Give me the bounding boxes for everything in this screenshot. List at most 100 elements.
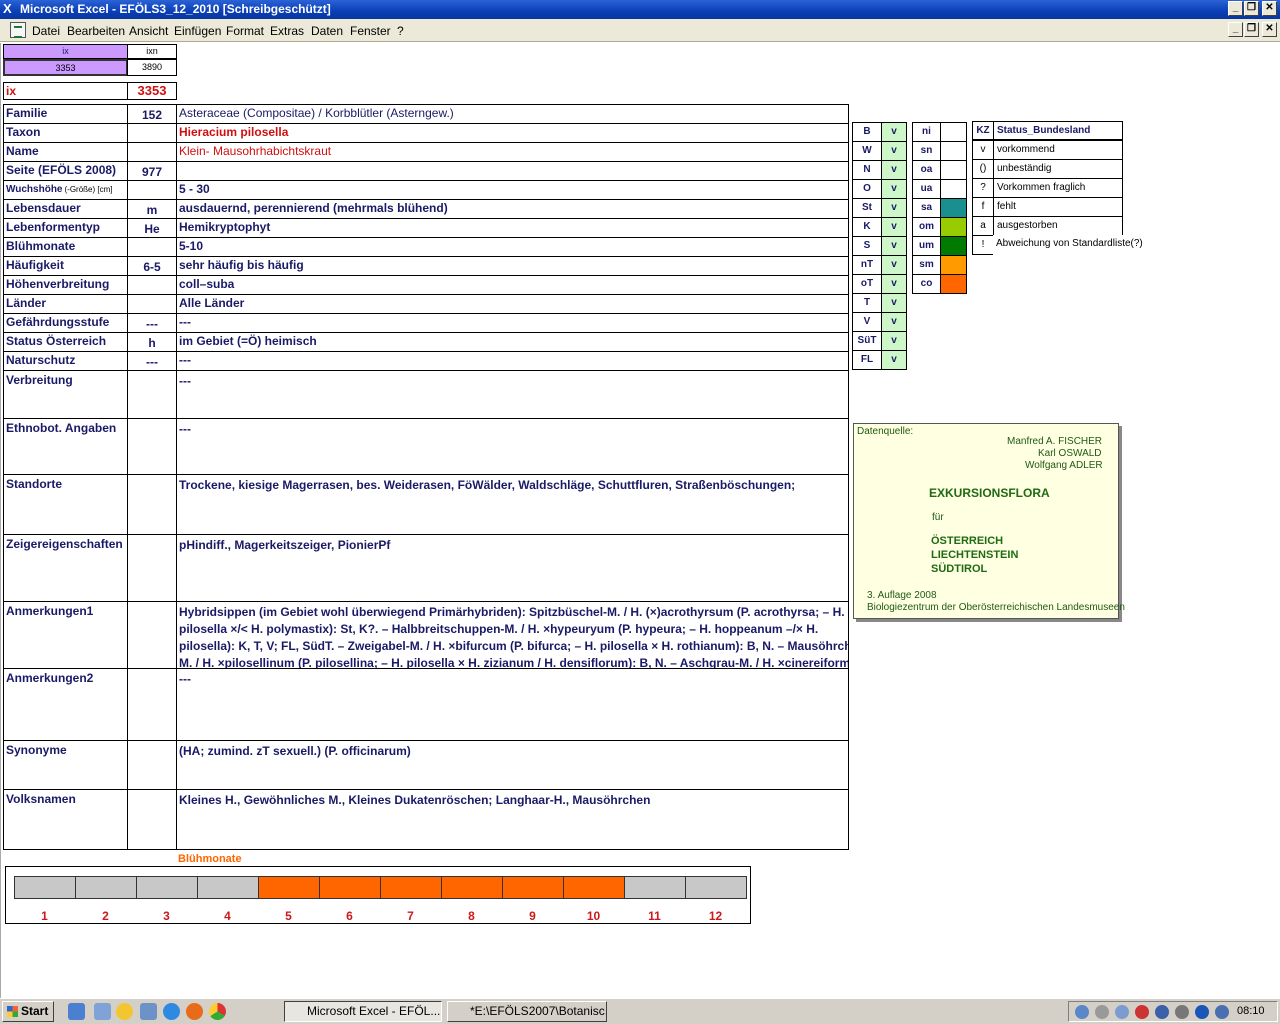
zone-color-swatch[interactable] xyxy=(940,122,967,142)
row-code[interactable] xyxy=(127,142,177,162)
tall-row-value[interactable]: (HA; zumind. zT sexuell.) (P. officinaru… xyxy=(176,740,849,790)
state-code[interactable]: FL xyxy=(852,350,882,370)
state-value[interactable]: v xyxy=(881,217,907,237)
row-value[interactable] xyxy=(176,161,849,181)
state-value[interactable]: v xyxy=(881,160,907,180)
start-button[interactable]: Start xyxy=(2,1001,54,1022)
state-value[interactable]: v xyxy=(881,274,907,294)
row-value[interactable]: --- xyxy=(176,313,849,333)
zone-code[interactable]: sa xyxy=(912,198,941,218)
row-code[interactable] xyxy=(127,123,177,143)
row-label[interactable]: Gefährdungsstufe xyxy=(3,313,128,333)
zone-color-swatch[interactable] xyxy=(940,198,967,218)
row-value[interactable]: 5-10 xyxy=(176,237,849,257)
row-value[interactable]: Asteraceae (Compositae) / Korbblütler (A… xyxy=(176,104,849,124)
quicklaunch-network-icon[interactable] xyxy=(140,1003,157,1020)
state-code[interactable]: S xyxy=(852,236,882,256)
state-value[interactable]: v xyxy=(881,122,907,142)
tall-row-label[interactable]: Synonyme xyxy=(3,740,128,790)
tall-row-label[interactable]: Zeigereigenschaften xyxy=(3,534,128,602)
ixn-header-cell[interactable]: ixn xyxy=(127,44,177,59)
ix-value-cell[interactable]: 3353 xyxy=(3,59,128,76)
quicklaunch-chrome-icon[interactable] xyxy=(209,1003,226,1020)
quicklaunch-desktop-icon[interactable] xyxy=(94,1003,111,1020)
state-code[interactable]: St xyxy=(852,198,882,218)
tray-antivirus-icon[interactable] xyxy=(1135,1005,1149,1019)
tall-row-label[interactable]: Standorte xyxy=(3,474,128,535)
row-code[interactable] xyxy=(127,275,177,295)
state-value[interactable]: v xyxy=(881,350,907,370)
tray-update-icon[interactable] xyxy=(1175,1005,1189,1019)
zone-color-swatch[interactable] xyxy=(940,141,967,161)
tall-row-label[interactable]: Verbreitung xyxy=(3,370,128,419)
state-code[interactable]: T xyxy=(852,293,882,313)
tall-row-label[interactable]: Volksnamen xyxy=(3,789,128,850)
menu-daten[interactable]: Daten xyxy=(311,24,343,38)
row-value[interactable]: --- xyxy=(176,351,849,371)
menu-datei[interactable]: Datei xyxy=(32,24,60,38)
tall-row-code[interactable] xyxy=(127,601,177,669)
tall-row-value[interactable]: --- xyxy=(176,418,849,475)
row-label[interactable]: Wuchshöhe (-Größe) [cm] xyxy=(3,180,128,200)
state-value[interactable]: v xyxy=(881,312,907,332)
zone-color-swatch[interactable] xyxy=(940,160,967,180)
ix-big-cell[interactable]: 3353 xyxy=(127,82,177,100)
menu-extras[interactable]: Extras xyxy=(270,24,304,38)
row-code[interactable]: 152 xyxy=(127,104,177,124)
maximize-button[interactable]: ❐ xyxy=(1244,1,1259,16)
row-code[interactable]: h xyxy=(127,332,177,352)
doc-close-button[interactable]: ✕ xyxy=(1262,22,1277,37)
tall-row-code[interactable] xyxy=(127,789,177,850)
tray-search-icon[interactable] xyxy=(1075,1005,1089,1019)
quicklaunch-firefox-icon[interactable] xyxy=(186,1003,203,1020)
tall-row-value[interactable]: Trockene, kiesige Magerrasen, bes. Weide… xyxy=(176,474,849,535)
zone-code[interactable]: sm xyxy=(912,255,941,275)
state-value[interactable]: v xyxy=(881,179,907,199)
doc-minimize-button[interactable]: _ xyxy=(1228,22,1243,37)
row-label[interactable]: Taxon xyxy=(3,123,128,143)
ix-header-cell[interactable]: ix xyxy=(3,44,128,59)
row-value[interactable]: Alle Länder xyxy=(176,294,849,314)
row-label[interactable]: Lebenformentyp xyxy=(3,218,128,238)
zone-code[interactable]: sn xyxy=(912,141,941,161)
tall-row-code[interactable] xyxy=(127,370,177,419)
row-value[interactable]: coll–suba xyxy=(176,275,849,295)
row-value[interactable]: sehr häufig bis häufig xyxy=(176,256,849,276)
quicklaunch-explorer-icon[interactable] xyxy=(68,1003,85,1020)
menu-fenster[interactable]: Fenster xyxy=(350,24,391,38)
ixn-value-cell[interactable]: 3890 xyxy=(127,59,177,76)
tall-row-code[interactable] xyxy=(127,474,177,535)
menu-einfuegen[interactable]: Einfügen xyxy=(174,24,221,38)
tall-row-value[interactable]: Kleines H., Gewöhnliches M., Kleines Duk… xyxy=(176,789,849,850)
menu-help[interactable]: ? xyxy=(397,24,404,38)
row-value[interactable]: ausdauernd, perennierend (mehrmals blühe… xyxy=(176,199,849,219)
row-code[interactable] xyxy=(127,294,177,314)
zone-color-swatch[interactable] xyxy=(940,255,967,275)
row-code[interactable]: He xyxy=(127,218,177,238)
zone-code[interactable]: ua xyxy=(912,179,941,199)
quicklaunch-ie-icon[interactable] xyxy=(163,1003,180,1020)
row-code[interactable]: --- xyxy=(127,351,177,371)
state-value[interactable]: v xyxy=(881,255,907,275)
state-code[interactable]: W xyxy=(852,141,882,161)
state-code[interactable]: SüT xyxy=(852,331,882,351)
row-label[interactable]: Naturschutz xyxy=(3,351,128,371)
tall-row-label[interactable]: Anmerkungen2 xyxy=(3,668,128,741)
row-code[interactable]: --- xyxy=(127,313,177,333)
state-code[interactable]: oT xyxy=(852,274,882,294)
row-label[interactable]: Länder xyxy=(3,294,128,314)
tall-row-code[interactable] xyxy=(127,534,177,602)
tray-speaker-icon[interactable] xyxy=(1115,1005,1129,1019)
workbook-icon[interactable] xyxy=(10,22,26,38)
tall-row-value[interactable]: --- xyxy=(176,668,849,741)
tray-shield-icon[interactable] xyxy=(1155,1005,1169,1019)
state-code[interactable]: nT xyxy=(852,255,882,275)
menu-ansicht[interactable]: Ansicht xyxy=(129,24,168,38)
state-code[interactable]: B xyxy=(852,122,882,142)
tall-row-value[interactable]: --- xyxy=(176,370,849,419)
state-code[interactable]: O xyxy=(852,179,882,199)
row-code[interactable] xyxy=(127,180,177,200)
state-value[interactable]: v xyxy=(881,293,907,313)
menu-format[interactable]: Format xyxy=(226,24,264,38)
zone-code[interactable]: oa xyxy=(912,160,941,180)
